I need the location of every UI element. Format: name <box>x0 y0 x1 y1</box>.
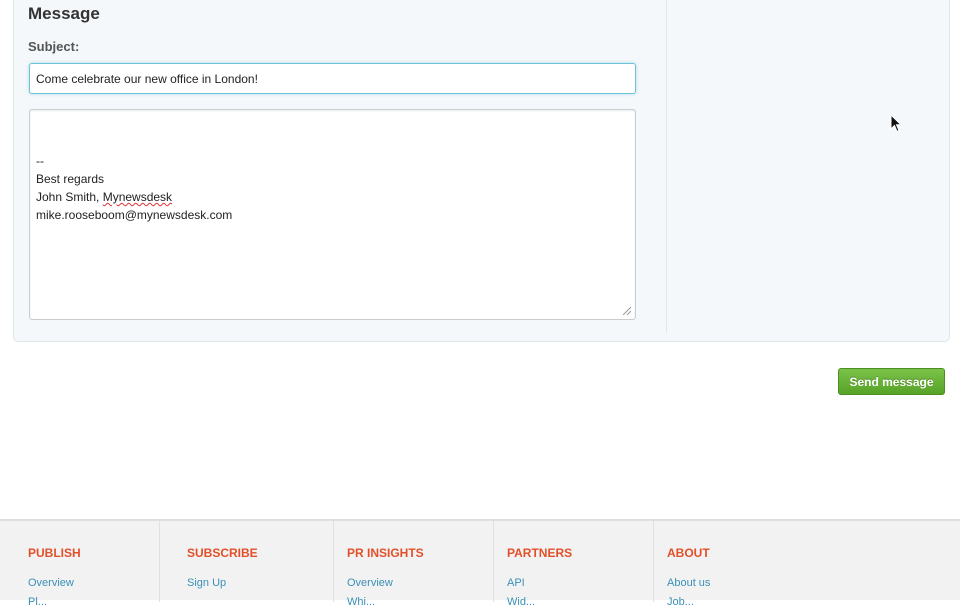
footer-heading-pr-insights: PR INSIGHTS <box>347 546 424 560</box>
footer-column-about: ABOUT About us Job... <box>654 521 814 608</box>
footer-column-publish: PUBLISH Overview Pl... <box>0 521 160 608</box>
subject-label: Subject: <box>28 39 80 54</box>
footer-heading-publish: PUBLISH <box>28 546 81 560</box>
footer-link-about-us[interactable]: About us <box>667 577 710 589</box>
footer-column-pr-insights: PR INSIGHTS Overview Whi... <box>334 521 494 608</box>
footer-column-subscribe: SUBSCRIBE Sign Up <box>174 521 334 602</box>
body-name-text: John Smith, <box>36 190 103 204</box>
footer-column-partners: PARTNERS API Wid... <box>494 521 654 608</box>
send-message-button[interactable]: Send message <box>838 368 945 395</box>
footer-link-partners-2[interactable]: Wid... <box>507 596 535 608</box>
footer-link-publish-2[interactable]: Pl... <box>28 596 47 608</box>
subject-input[interactable] <box>29 63 636 94</box>
message-body-textarea[interactable]: -- Best regards John Smith, Mynewsdesk m… <box>29 109 636 320</box>
resize-handle-icon[interactable] <box>621 305 631 315</box>
body-line-name: John Smith, Mynewsdesk <box>36 188 629 206</box>
body-line-signature-separator: -- <box>36 154 44 168</box>
body-company-text: Mynewsdesk <box>102 190 173 204</box>
body-line-regards: Best regards <box>36 172 105 186</box>
footer-heading-about: ABOUT <box>667 546 710 560</box>
footer-link-publish-overview[interactable]: Overview <box>28 577 74 589</box>
body-line-email: mike.rooseboom@mynewsdesk.com <box>36 208 233 222</box>
footer-link-about-2[interactable]: Job... <box>667 596 694 608</box>
section-title: Message <box>28 4 100 23</box>
footer-link-pr-insights-overview[interactable]: Overview <box>347 577 393 589</box>
mouse-cursor-icon <box>890 114 902 133</box>
footer-link-sign-up[interactable]: Sign Up <box>187 577 226 589</box>
footer-heading-partners: PARTNERS <box>507 546 573 560</box>
footer-link-api[interactable]: API <box>507 577 525 589</box>
site-footer: PUBLISH Overview Pl... SUBSCRIBE Sign Up… <box>0 519 960 608</box>
footer-link-pr-insights-2[interactable]: Whi... <box>347 596 375 608</box>
footer-heading-subscribe: SUBSCRIBE <box>187 546 258 560</box>
panel-divider <box>666 0 667 333</box>
